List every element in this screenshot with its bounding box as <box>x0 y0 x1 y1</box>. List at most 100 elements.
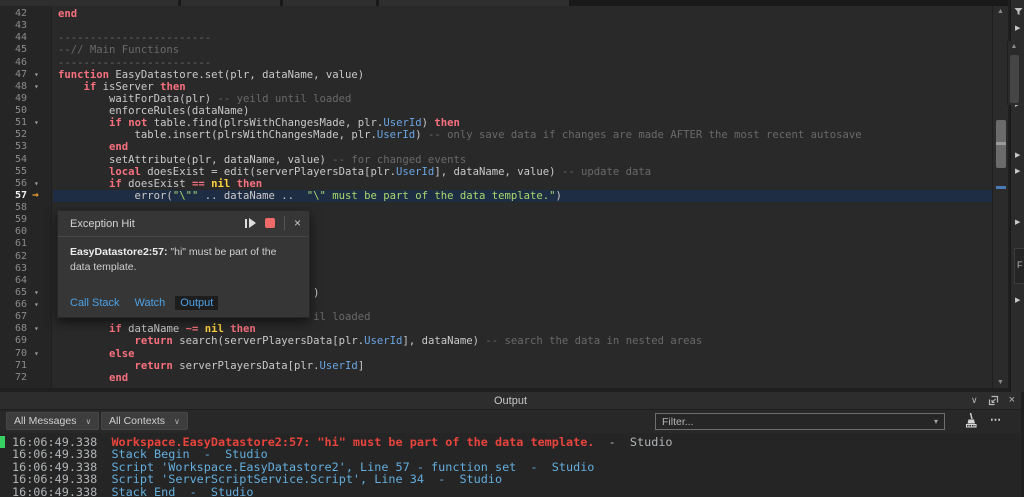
gutter-line[interactable]: 54 <box>0 154 51 166</box>
gutter-line[interactable]: 51 ▾ <box>0 117 51 129</box>
line-number: 49 <box>14 92 27 104</box>
tree-expand-icon[interactable]: ▶ <box>1015 218 1020 226</box>
panel-close-icon[interactable]: × <box>1009 394 1015 406</box>
panel-float-icon[interactable] <box>988 395 999 406</box>
stop-button[interactable] <box>264 218 275 228</box>
line-number: 46 <box>14 56 27 68</box>
gutter-line[interactable]: 70 ▾ <box>0 348 51 360</box>
popup-link-output[interactable]: Output <box>175 296 219 310</box>
gutter-line[interactable]: 65 ▾ <box>0 287 51 299</box>
code-line[interactable]: ------------------------ <box>53 32 992 44</box>
gutter-line[interactable]: 44 <box>0 32 51 44</box>
messages-filter-dropdown[interactable]: All Messages ∨ <box>6 412 100 430</box>
more-options-button[interactable]: ⋯ <box>990 413 1002 426</box>
code-line[interactable]: end <box>53 8 992 20</box>
explorer-filter-letter: F <box>1017 260 1023 270</box>
gutter-line[interactable]: 42 <box>0 8 51 20</box>
code-line[interactable]: table.insert(plrsWithChangesMade, plr.Us… <box>53 129 992 141</box>
gutter-line[interactable]: 52 <box>0 129 51 141</box>
code-line[interactable]: --// Main Functions <box>53 44 992 56</box>
fold-arrow-icon[interactable]: ▾ <box>34 287 39 299</box>
line-number: 68 <box>14 323 27 335</box>
scrollbar-thumb[interactable] <box>996 120 1006 168</box>
gutter-line[interactable]: 64 <box>0 275 51 287</box>
fold-arrow-icon[interactable]: ▾ <box>34 117 39 129</box>
gutter-line[interactable]: 66 ▾ <box>0 299 51 311</box>
code-line[interactable]: setAttribute(plr, dataName, value) -- fo… <box>53 154 992 166</box>
script-editor[interactable]: 42 43 44 45 46 47 ▾ 48 ▾ 49 50 51 ▾ 52 53 54 55 56 ▾ 57 → 58 5… <box>0 6 992 388</box>
gutter-line[interactable]: 62 <box>0 251 51 263</box>
tree-expand-icon[interactable]: ▶ <box>1015 151 1020 159</box>
code-line[interactable]: enforceRules(dataName) <box>53 105 992 117</box>
output-scroll-up-icon[interactable]: ▲ <box>1008 43 1020 50</box>
scroll-down-icon[interactable]: ▼ <box>993 379 1008 386</box>
line-number: 69 <box>14 335 27 347</box>
code-line[interactable]: waitForData(plr) -- yeild until loaded <box>53 93 992 105</box>
gutter-line[interactable]: 60 <box>0 226 51 238</box>
panel-collapse-icon[interactable]: ∨ <box>971 395 978 406</box>
code-line[interactable]: if doesExist == nil then <box>53 178 992 190</box>
gutter-line[interactable]: 59 <box>0 214 51 226</box>
fold-arrow-icon[interactable]: ▾ <box>34 348 39 360</box>
scroll-up-icon[interactable]: ▲ <box>993 8 1008 15</box>
code-line[interactable]: if dataName ~= nil then <box>53 323 992 335</box>
output-filter-input[interactable]: Filter... ▾ <box>655 413 945 430</box>
code-line[interactable]: return serverPlayersData[plr.UserId] <box>53 360 992 372</box>
output-scrollbar[interactable]: ▲ <box>1007 41 1020 105</box>
code-line[interactable]: if isServer then <box>53 81 992 93</box>
tree-expand-icon[interactable]: ▶ <box>1015 167 1020 175</box>
gutter-line[interactable]: 48 ▾ <box>0 81 51 93</box>
log-row[interactable]: 16:06:49.338 Stack End - Studio <box>0 485 1021 497</box>
popup-link-watch[interactable]: Watch <box>135 297 166 309</box>
code-line[interactable]: local doesExist = edit(serverPlayersData… <box>53 166 992 178</box>
gutter-line[interactable]: 71 <box>0 360 51 372</box>
gutter-line[interactable]: 57 → <box>0 188 51 202</box>
code-line[interactable]: function EasyDatastore.set(plr, dataName… <box>53 69 992 81</box>
code-line[interactable]: if not table.find(plrsWithChangesMade, p… <box>53 117 992 129</box>
fold-arrow-icon[interactable]: ▾ <box>34 323 39 335</box>
code-line[interactable]: end <box>53 141 992 153</box>
gutter-line[interactable]: 69 <box>0 335 51 347</box>
gutter-line[interactable]: 43 <box>0 20 51 32</box>
tree-expand-icon[interactable]: ▶ <box>1015 24 1020 32</box>
code-line[interactable] <box>53 20 992 32</box>
resume-button[interactable] <box>244 218 256 228</box>
clear-output-button[interactable] <box>960 412 978 430</box>
code-line[interactable]: end <box>53 372 992 384</box>
gutter-line[interactable]: 58 <box>0 202 51 214</box>
tree-expand-icon[interactable]: ▶ <box>1015 296 1020 304</box>
output-log[interactable]: 16:06:49.338 Workspace.EasyDatastore2:57… <box>0 433 1021 497</box>
contexts-filter-dropdown[interactable]: All Contexts ∨ <box>101 412 188 430</box>
gutter-line[interactable]: 72 <box>0 372 51 384</box>
gutter-line[interactable]: 63 <box>0 263 51 275</box>
line-number: 51 <box>14 117 27 129</box>
gutter-line[interactable]: 55 <box>0 166 51 178</box>
fold-arrow-icon[interactable]: ▾ <box>34 299 39 311</box>
output-scrollbar-thumb[interactable] <box>1010 55 1019 103</box>
code-line[interactable]: ------------------------ <box>53 57 992 69</box>
gutter-line[interactable]: 47 ▾ <box>0 69 51 81</box>
gutter-line[interactable]: 53 <box>0 141 51 153</box>
gutter-line[interactable]: 68 ▾ <box>0 323 51 335</box>
fold-arrow-icon[interactable]: ▾ <box>34 69 39 81</box>
error-marker <box>0 436 5 448</box>
output-title-bar[interactable]: Output ∨ × <box>0 392 1021 410</box>
code-lines[interactable]: end ------------------------ --// Main Fun… <box>53 6 992 388</box>
gutter-line[interactable]: 46 <box>0 57 51 69</box>
gutter-line[interactable]: 67 <box>0 311 51 323</box>
popup-link-call-stack[interactable]: Call Stack <box>70 297 120 309</box>
current-code-line[interactable]: error("\"" .. dataName .. "\" must be pa… <box>53 189 992 202</box>
editor-gutter: 42 43 44 45 46 47 ▾ 48 ▾ 49 50 51 ▾ 52 53 54 55 56 ▾ 57 → 58 5… <box>0 6 52 388</box>
line-number: 72 <box>14 371 27 383</box>
gutter-line[interactable]: 50 <box>0 105 51 117</box>
filter-placeholder: Filter... <box>662 415 694 428</box>
editor-vertical-scrollbar[interactable]: ▲ ▼ <box>992 6 1008 388</box>
gutter-line[interactable]: 49 <box>0 93 51 105</box>
code-line[interactable]: return search(serverPlayersData[plr.User… <box>53 335 992 347</box>
gutter-line[interactable]: 45 <box>0 44 51 56</box>
code-line[interactable]: else <box>53 348 992 360</box>
popup-close-button[interactable]: × <box>294 217 301 229</box>
fold-arrow-icon[interactable]: ▾ <box>34 81 39 93</box>
gutter-line[interactable]: 61 <box>0 238 51 250</box>
gutter-line[interactable]: 56 ▾ <box>0 178 51 190</box>
